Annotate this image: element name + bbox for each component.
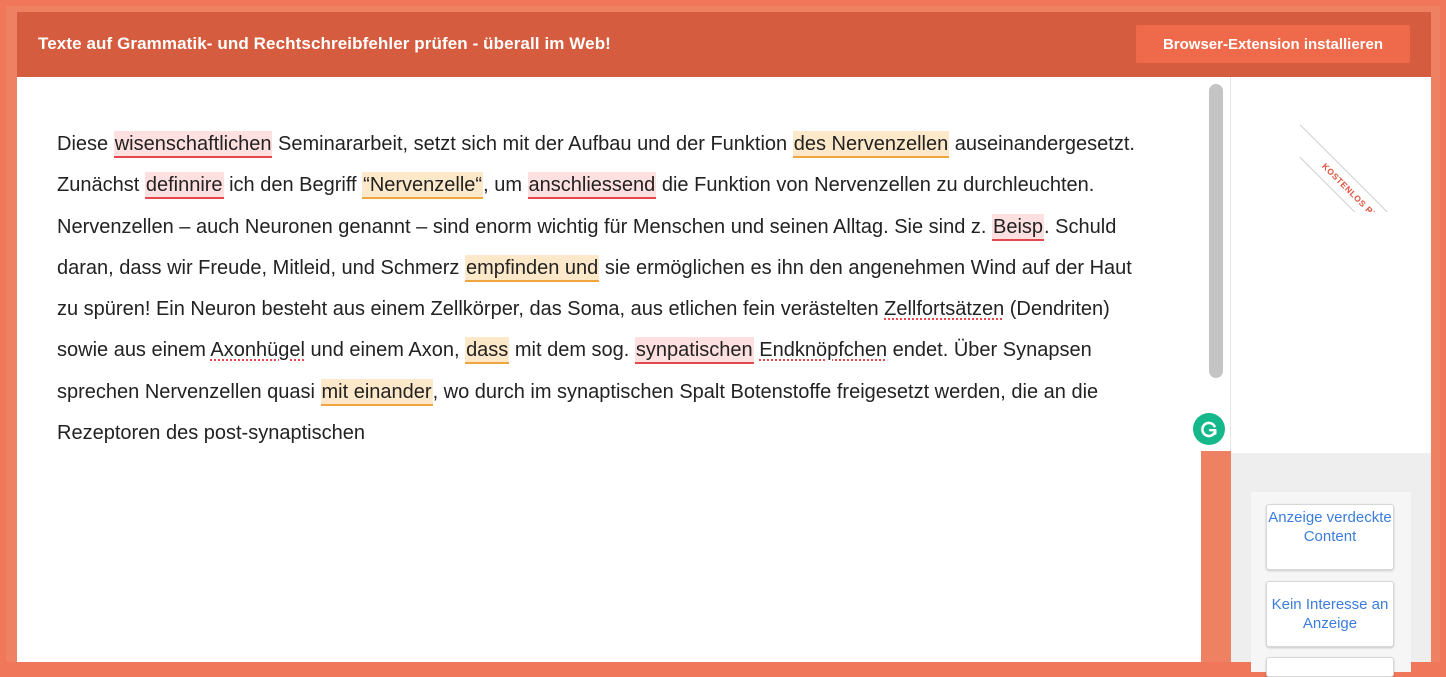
header-title: Texte auf Grammatik- und Rechtschreibfeh… <box>38 34 611 53</box>
text-segment: , um <box>483 174 528 197</box>
editor-scrollbar[interactable] <box>1201 77 1231 451</box>
spelling-suggestion[interactable]: Axonhügel <box>210 339 305 361</box>
spelling-error[interactable]: anschliessend <box>527 172 657 200</box>
editor-text[interactable]: Diese wisenschaftlichen Seminararbeit, s… <box>57 124 1157 454</box>
register-ribbon[interactable]: KOSTENLOS REGISTRIEREN <box>1300 66 1446 212</box>
spelling-suggestion[interactable]: Zellfortsätzen <box>884 298 1004 320</box>
text-segment: mit dem sog. <box>509 339 635 362</box>
ad-extra-button[interactable] <box>1266 657 1394 677</box>
spelling-error[interactable]: synpatischen <box>634 337 754 365</box>
punctuation-error[interactable]: “Nervenzelle“ <box>362 172 484 200</box>
grammarly-icon[interactable] <box>1193 413 1225 445</box>
ad-container: Anzeige verdeckte Content Kein Interesse… <box>1251 492 1411 677</box>
spelling-error[interactable]: wisenschaftlichen <box>113 131 273 158</box>
ribbon-label[interactable]: KOSTENLOS REGISTRIEREN <box>1300 118 1446 212</box>
promo-header: Texte auf Grammatik- und Rechtschreibfeh… <box>17 12 1431 77</box>
install-extension-button[interactable]: Browser-Extension installieren <box>1136 25 1410 63</box>
scrollbar-thumb[interactable] <box>1209 84 1223 378</box>
text-segment: ich den Begriff <box>223 174 363 197</box>
ad-covered-content-button[interactable]: Anzeige verdeckte Content <box>1266 504 1394 570</box>
ad-sidebar: Anzeige verdeckte Content Kein Interesse… <box>1231 453 1431 677</box>
spelling-error[interactable]: Beisp <box>992 213 1045 241</box>
spelling-error[interactable]: definnire <box>144 172 224 200</box>
text-segment: und einem Axon, <box>304 339 466 362</box>
text-segment: Diese <box>57 133 114 155</box>
text-segment: Seminararbeit, setzt sich mit der Aufbau… <box>272 133 793 155</box>
text-editor[interactable]: Diese wisenschaftlichen Seminararbeit, s… <box>17 77 1201 662</box>
grammar-error[interactable]: mit einander <box>320 378 433 406</box>
ad-not-interested-button[interactable]: Kein Interesse an Anzeige <box>1266 581 1394 647</box>
spelling-suggestion[interactable]: Endknöpfchen <box>759 339 887 361</box>
grammar-error[interactable]: des Nervenzellen <box>792 131 950 158</box>
grammar-error[interactable]: dass <box>465 337 510 365</box>
grammar-error[interactable]: empfinden und <box>464 254 600 282</box>
